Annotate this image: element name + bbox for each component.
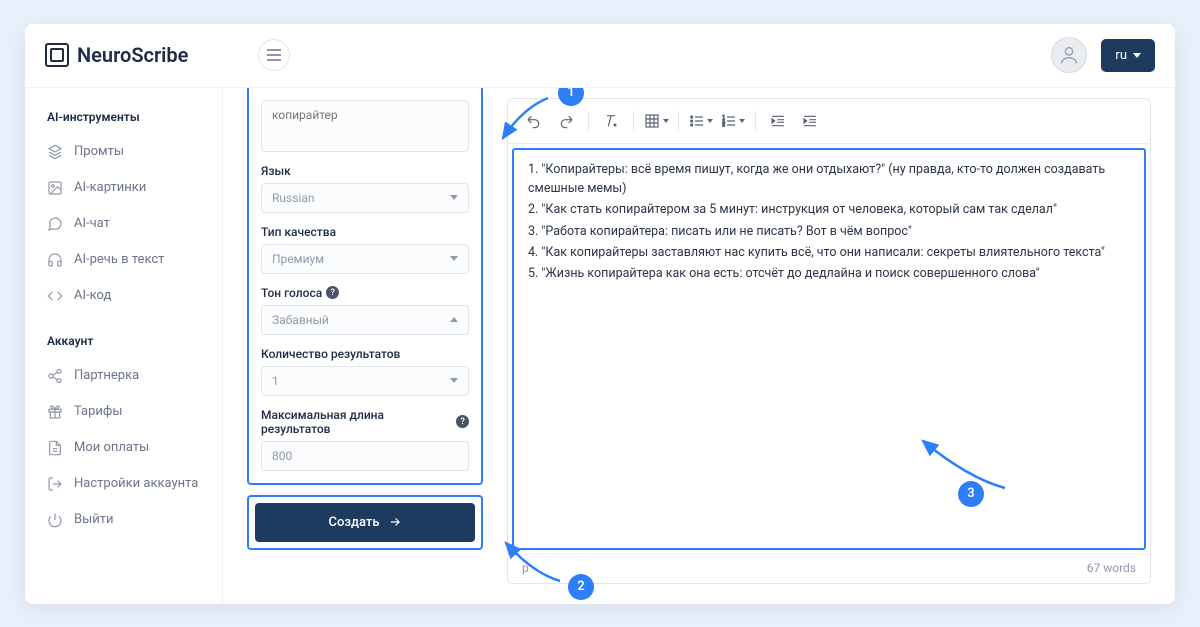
- sidebar-item-label: Партнерка: [74, 368, 139, 383]
- tone-select[interactable]: Забавный: [261, 305, 469, 335]
- result-line: 1. "Копирайтеры: всё время пишут, когда …: [528, 160, 1130, 199]
- footer-wordcount: 67 words: [1087, 561, 1136, 575]
- app-window: NeuroScribe ru AI-инструменты Промты AI-: [25, 24, 1175, 604]
- sidebar: AI-инструменты Промты AI-картинки AI-чат…: [25, 88, 223, 604]
- count-select[interactable]: 1: [261, 366, 469, 396]
- editor-footer: p 67 words: [508, 554, 1150, 583]
- result-line: 2. "Как стать копирайтером за 5 минут: и…: [528, 200, 1130, 219]
- chevron-up-icon: [450, 317, 458, 322]
- sidebar-item-label: AI-речь в текст: [74, 252, 164, 267]
- user-avatar[interactable]: [1051, 37, 1087, 73]
- chevron-down-icon: [450, 378, 458, 383]
- sidebar-item-label: Промты: [74, 144, 124, 159]
- language-button[interactable]: ru: [1101, 39, 1155, 72]
- editor-column: 123 1. "Копирайтеры: всё время пишут, ко…: [507, 98, 1151, 584]
- language-label: ru: [1115, 48, 1127, 63]
- main-area: 1 2 3 Язык Russian Тип качеств: [223, 88, 1175, 604]
- editor-toolbar: 123: [508, 99, 1150, 144]
- toolbar-separator: [755, 111, 756, 131]
- create-label: Создать: [328, 515, 379, 530]
- sidebar-item-label: AI-чат: [74, 216, 110, 231]
- toolbar-separator: [633, 111, 634, 131]
- outdent-button[interactable]: [764, 107, 792, 135]
- help-icon[interactable]: ?: [456, 415, 469, 428]
- undo-button[interactable]: [520, 107, 548, 135]
- redo-button[interactable]: [552, 107, 580, 135]
- unordered-list-button[interactable]: [687, 107, 715, 135]
- language-value: Russian: [272, 191, 314, 205]
- chevron-down-icon: [450, 195, 458, 200]
- maxlen-label: Максимальная длина результатов ?: [261, 408, 469, 436]
- sidebar-item-settings[interactable]: Настройки аккаунта: [25, 466, 222, 502]
- headphones-icon: [47, 252, 63, 268]
- sidebar-item-label: AI-картинки: [74, 180, 146, 195]
- result-line: 5. "Жизнь копирайтера как она есть: отсч…: [528, 264, 1130, 283]
- gift-icon: [47, 404, 63, 420]
- tone-label: Тон голоса ?: [261, 286, 469, 300]
- quality-select[interactable]: Премиум: [261, 244, 469, 274]
- callout-3: 3: [958, 481, 984, 507]
- topbar: NeuroScribe ru: [25, 24, 1175, 88]
- clear-format-button[interactable]: [597, 107, 625, 135]
- quality-label: Тип качества: [261, 225, 469, 239]
- form-column: Язык Russian Тип качества Премиум: [247, 88, 483, 584]
- sidebar-item-payments[interactable]: Мои оплаты: [25, 430, 222, 466]
- language-label: Язык: [261, 164, 469, 178]
- maxlen-input[interactable]: [261, 441, 469, 471]
- power-icon: [47, 512, 63, 528]
- sidebar-section-account: Аккаунт: [25, 328, 222, 358]
- toolbar-separator: [588, 111, 589, 131]
- ordered-list-button[interactable]: 123: [719, 107, 747, 135]
- topic-input[interactable]: [261, 100, 469, 152]
- logo-icon: [45, 43, 69, 67]
- chevron-down-icon: [450, 256, 458, 261]
- image-icon: [47, 180, 63, 196]
- sidebar-item-label: Выйти: [74, 512, 113, 527]
- sidebar-item-code[interactable]: AI-код: [25, 278, 222, 314]
- sidebar-item-label: AI-код: [74, 288, 111, 303]
- brand-name: NeuroScribe: [77, 43, 188, 67]
- submit-wrap: Создать: [247, 495, 483, 550]
- sidebar-section-tools: AI-инструменты: [25, 104, 222, 134]
- help-icon[interactable]: ?: [326, 286, 339, 299]
- brand-logo: NeuroScribe: [45, 43, 188, 67]
- sidebar-item-speech[interactable]: AI-речь в текст: [25, 242, 222, 278]
- quality-value: Премиум: [272, 252, 324, 266]
- menu-toggle-button[interactable]: [258, 39, 290, 71]
- logout-icon: [47, 476, 63, 492]
- table-button[interactable]: [642, 107, 670, 135]
- form-card: Язык Russian Тип качества Премиум: [247, 88, 483, 485]
- layers-icon: [47, 144, 63, 160]
- sidebar-item-images[interactable]: AI-картинки: [25, 170, 222, 206]
- result-line: 3. "Работа копирайтера: писать или не пи…: [528, 222, 1130, 241]
- sidebar-item-affiliate[interactable]: Партнерка: [25, 358, 222, 394]
- sidebar-item-logout[interactable]: Выйти: [25, 502, 222, 538]
- result-line: 4. "Как копирайтеры заставляют нас купит…: [528, 243, 1130, 262]
- language-select[interactable]: Russian: [261, 183, 469, 213]
- sidebar-item-chat[interactable]: AI-чат: [25, 206, 222, 242]
- editor-body[interactable]: 1. "Копирайтеры: всё время пишут, когда …: [512, 148, 1146, 550]
- sidebar-item-label: Мои оплаты: [74, 440, 149, 455]
- sidebar-item-plans[interactable]: Тарифы: [25, 394, 222, 430]
- svg-text:3: 3: [722, 122, 725, 128]
- footer-tag: p: [522, 561, 529, 575]
- sidebar-item-label: Настройки аккаунта: [74, 476, 198, 491]
- share-icon: [47, 368, 63, 384]
- body-row: AI-инструменты Промты AI-картинки AI-чат…: [25, 88, 1175, 604]
- chat-icon: [47, 216, 63, 232]
- tone-value: Забавный: [272, 313, 329, 327]
- chevron-down-icon: [1133, 53, 1141, 58]
- arrow-right-icon: [388, 515, 402, 529]
- code-icon: [47, 288, 63, 304]
- callout-2: 2: [568, 574, 594, 600]
- topbar-right: ru: [1051, 37, 1155, 73]
- count-label: Количество результатов: [261, 347, 469, 361]
- receipt-icon: [47, 440, 63, 456]
- indent-button[interactable]: [796, 107, 824, 135]
- sidebar-item-prompts[interactable]: Промты: [25, 134, 222, 170]
- count-value: 1: [272, 374, 279, 388]
- create-button[interactable]: Создать: [255, 503, 475, 542]
- toolbar-separator: [678, 111, 679, 131]
- sidebar-item-label: Тарифы: [74, 404, 122, 419]
